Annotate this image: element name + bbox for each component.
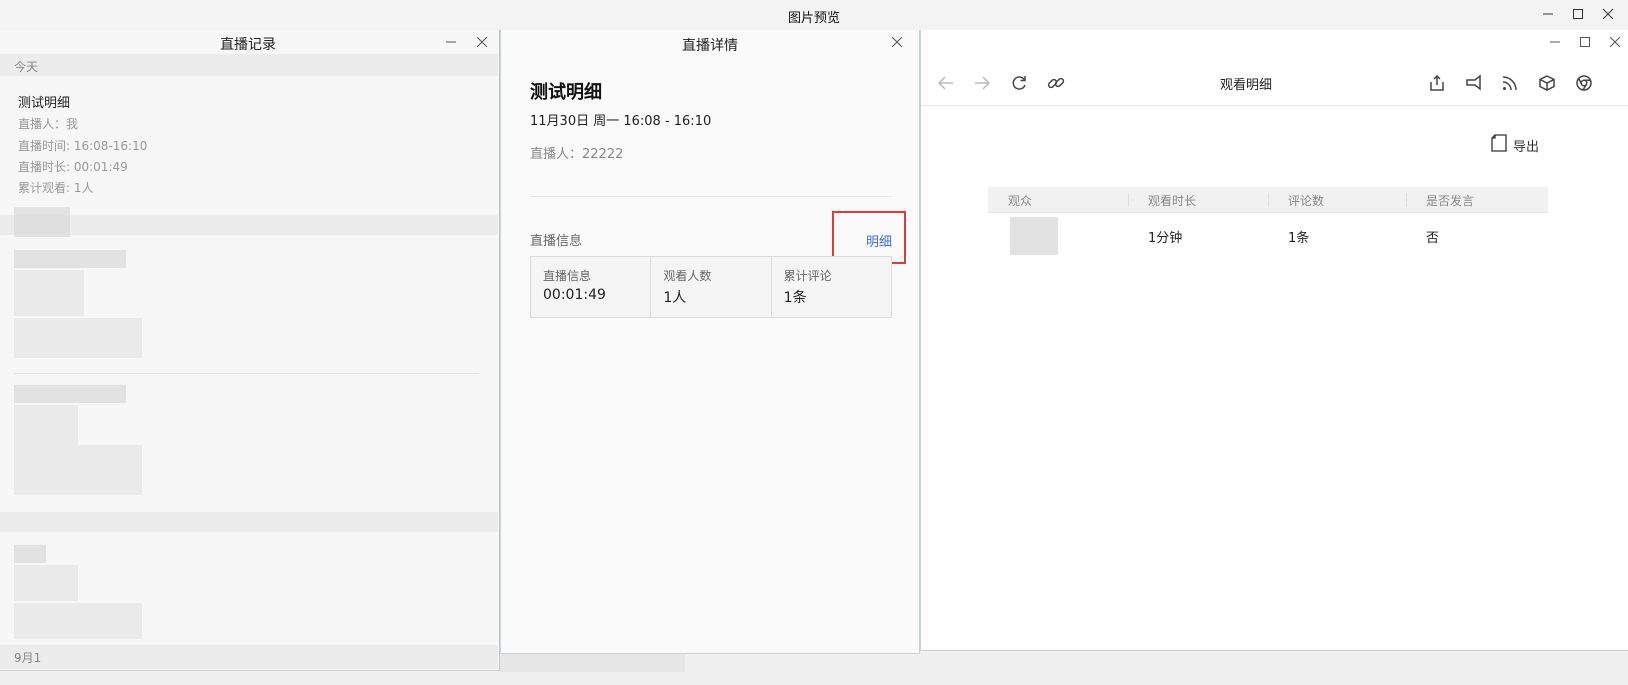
live-host: 直播人：22222 (530, 147, 624, 162)
blurred-content (14, 445, 142, 495)
detail-window: 直播详情 测试明细 11月30日 周一 16:08 - 16:10 直播人：22… (500, 30, 920, 654)
maximize-icon[interactable] (1575, 32, 1595, 52)
stat-comments: 累计评论 1条 (772, 257, 891, 317)
blurred-content (14, 270, 84, 316)
stat-value: 1条 (783, 290, 807, 306)
stat-value: 1人 (663, 290, 687, 306)
close-icon[interactable] (1596, 3, 1620, 25)
chrome-icon[interactable] (1571, 70, 1597, 96)
live-time: 11月30日 周一 16:08 - 16:10 (530, 114, 712, 129)
section-header-footer: 9月1 (0, 645, 498, 669)
section-header-blurred (0, 215, 498, 235)
comments-cell: 1条 (1288, 230, 1310, 246)
detail-link[interactable]: 明细 (866, 231, 892, 250)
record-duration: 直播时长: 00:01:49 (18, 160, 128, 174)
table-row[interactable]: 1分钟 1条 否 (988, 213, 1548, 259)
taskbar-strip (500, 654, 685, 672)
record-host: 直播人：我 (18, 117, 79, 131)
rss-icon[interactable] (1497, 70, 1523, 96)
export-icon (1491, 134, 1507, 156)
column-header-duration[interactable]: 观看时长 (1128, 187, 1268, 212)
records-window: 直播记录 今天 测试明细 直播人：我 直播时间: 16:08-16:10 直播时… (0, 30, 500, 671)
viewer-toolbar: 观看明细 (921, 60, 1628, 106)
viewer-window: 观看明细 导出 观众 观看时长 评论数 是否发言 1分钟 1条 否 (920, 30, 1628, 651)
blurred-content (14, 318, 142, 358)
record-title[interactable]: 测试明细 (18, 92, 70, 111)
record-time: 直播时间: 16:08-16:10 (18, 139, 148, 153)
close-icon[interactable] (887, 32, 907, 52)
close-icon[interactable] (1605, 32, 1625, 52)
column-header-spoke[interactable]: 是否发言 (1406, 187, 1548, 212)
blurred-content (14, 207, 70, 237)
column-header-viewer[interactable]: 观众 (988, 187, 1128, 212)
stat-viewers: 观看人数 1人 (651, 257, 772, 317)
minimize-icon[interactable] (1545, 32, 1565, 52)
blurred-content (14, 545, 46, 563)
maximize-icon[interactable] (1566, 3, 1590, 25)
minimize-icon[interactable] (1536, 3, 1560, 25)
info-section-label: 直播信息 (530, 234, 583, 249)
record-views: 累计观看: 1人 (18, 181, 94, 195)
announce-icon[interactable] (1461, 70, 1487, 96)
minimize-icon[interactable] (441, 32, 461, 52)
preview-titlebar: 图片预览 (0, 0, 1628, 30)
section-header-blurred (0, 512, 498, 532)
share-icon[interactable] (1424, 70, 1450, 96)
viewer-table: 观众 观看时长 评论数 是否发言 1分钟 1条 否 (988, 187, 1548, 259)
stat-label: 观看人数 (663, 269, 712, 283)
spoke-cell: 否 (1426, 230, 1440, 246)
stats-panel: 直播信息 00:01:49 观看人数 1人 累计评论 1条 (530, 256, 892, 318)
detail-divider (530, 196, 892, 197)
blurred-content (14, 603, 142, 639)
blurred-content (14, 250, 126, 268)
stat-value: 00:01:49 (543, 287, 606, 303)
column-header-comments[interactable]: 评论数 (1268, 187, 1406, 212)
stat-live-info: 直播信息 00:01:49 (531, 257, 652, 317)
detail-window-title: 直播详情 (682, 38, 738, 54)
export-button[interactable]: 导出 (1491, 134, 1539, 156)
viewer-cell (988, 217, 1128, 255)
live-title: 测试明细 (530, 82, 602, 103)
blurred-content (14, 565, 78, 601)
cube-icon[interactable] (1534, 70, 1560, 96)
avatar (1010, 217, 1058, 255)
section-header-today: 今天 (0, 54, 498, 76)
table-header: 观众 观看时长 评论数 是否发言 (988, 187, 1548, 213)
close-icon[interactable] (472, 32, 492, 52)
duration-cell: 1分钟 (1148, 230, 1183, 246)
stat-label: 直播信息 (543, 269, 592, 283)
records-window-title: 直播记录 (220, 37, 276, 53)
export-label: 导出 (1513, 139, 1540, 155)
preview-title: 图片预览 (787, 11, 840, 26)
stat-label: 累计评论 (783, 269, 832, 283)
blurred-content (14, 385, 126, 403)
blurred-content (14, 405, 78, 445)
record-divider (14, 373, 479, 374)
